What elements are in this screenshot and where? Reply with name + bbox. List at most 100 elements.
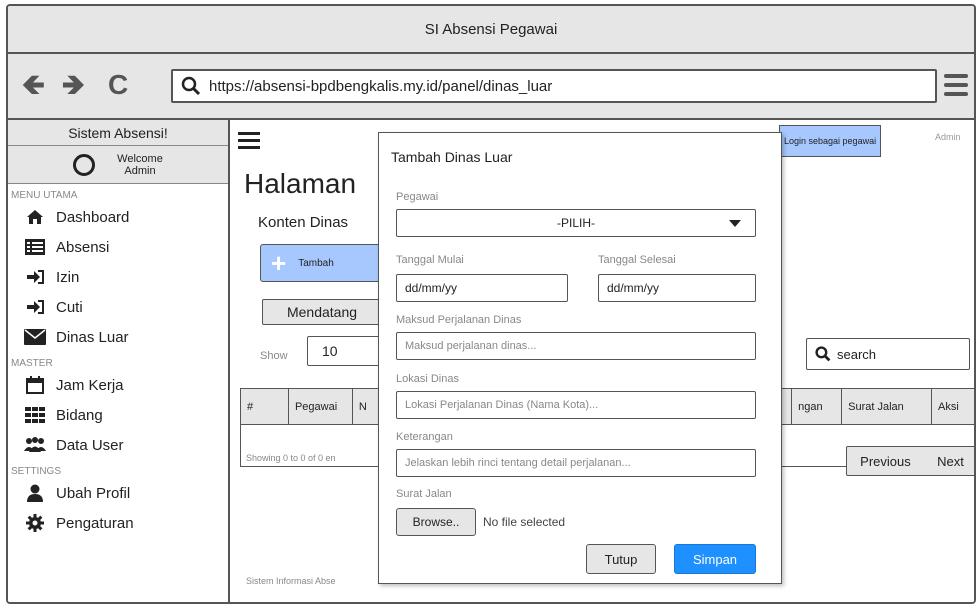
- keterangan-input[interactable]: Jelaskan lebih rinci tentang detail perj…: [396, 449, 756, 477]
- section-master: MASTER: [11, 358, 53, 369]
- search-icon: [181, 76, 201, 96]
- app-window: SI Absensi Pegawai 🡸 🡺 C https://absensi…: [6, 4, 976, 604]
- table-info: Showing 0 to 0 of 0 en: [246, 453, 336, 463]
- window-title: SI Absensi Pegawai: [424, 20, 558, 38]
- tanggal-selesai-input[interactable]: dd/mm/yy: [598, 274, 756, 302]
- chevron-down-icon: [729, 220, 741, 227]
- user-icon: [73, 153, 96, 176]
- table-search-input[interactable]: search: [806, 338, 970, 370]
- modal-title: Tambah Dinas Luar: [391, 149, 513, 165]
- keterangan-label: Keterangan: [396, 431, 453, 443]
- next-button[interactable]: Next: [937, 454, 964, 469]
- tanggal-selesai-value: dd/mm/yy: [607, 281, 660, 295]
- entries-per-page-select[interactable]: 10: [307, 336, 385, 366]
- sidebar-item-absensi[interactable]: Absensi: [8, 232, 228, 262]
- col-header-aksi[interactable]: Aksi: [931, 388, 974, 425]
- tab-mendatang[interactable]: Mendatang: [262, 299, 382, 325]
- sidebar-item-label: Cuti: [56, 298, 83, 316]
- reload-icon[interactable]: C: [108, 70, 128, 100]
- no-file-text: No file selected: [483, 515, 566, 529]
- lokasi-placeholder: Lokasi Perjalanan Dinas (Nama Kota)...: [405, 399, 599, 411]
- sidebar-item-label: Dashboard: [56, 208, 130, 226]
- envelope-icon: [24, 328, 46, 346]
- content-subtitle: Konten Dinas: [258, 214, 349, 231]
- pegawai-label: Pegawai: [396, 191, 439, 203]
- user-icon: [24, 484, 46, 502]
- tanggal-mulai-value: dd/mm/yy: [405, 281, 458, 295]
- maksud-label: Maksud Perjalanan Dinas: [396, 314, 522, 326]
- sidebar-item-izin[interactable]: Izin: [8, 262, 228, 292]
- tanggal-mulai-input[interactable]: dd/mm/yy: [396, 274, 568, 302]
- login-as-employee-button[interactable]: Login sebagai pegawai: [779, 125, 882, 157]
- pegawai-selected-value: -PILIH-: [556, 216, 595, 230]
- menu-toggle-icon[interactable]: [238, 132, 260, 153]
- save-button[interactable]: Simpan: [674, 544, 756, 574]
- address-bar[interactable]: https://absensi-bpdbengkalis.my.id/panel…: [171, 69, 937, 103]
- browser-toolbar: 🡸 🡺 C https://absensi-bpdbengkalis.my.id…: [8, 54, 974, 120]
- lokasi-label: Lokasi Dinas: [396, 373, 459, 385]
- surat-jalan-label: Surat Jalan: [396, 488, 452, 500]
- sign-in-icon: [24, 298, 46, 316]
- footer-text: Sistem Informasi Abse: [246, 576, 336, 586]
- list-icon: [24, 238, 46, 256]
- search-placeholder: search: [837, 346, 877, 362]
- pegawai-select[interactable]: -PILIH-: [396, 209, 756, 237]
- admin-label: Admin: [935, 132, 961, 142]
- back-arrow-icon[interactable]: 🡸: [22, 70, 45, 100]
- sidebar-item-label: Ubah Profil: [56, 484, 131, 502]
- lokasi-input[interactable]: Lokasi Perjalanan Dinas (Nama Kota)...: [396, 391, 756, 419]
- add-dinas-luar-modal: Tambah Dinas Luar Pegawai -PILIH- Tangga…: [378, 132, 782, 584]
- close-button[interactable]: Tutup: [586, 544, 656, 574]
- section-menu-utama: MENU UTAMA: [11, 190, 78, 201]
- sidebar-item-label: Izin: [56, 268, 80, 286]
- sidebar-item-label: Bidang: [56, 406, 103, 424]
- sidebar-item-label: Dinas Luar: [56, 328, 129, 346]
- sidebar-item-label: Absensi: [56, 238, 110, 256]
- tanggal-mulai-label: Tanggal Mulai: [396, 254, 464, 266]
- sidebar-item-data-user[interactable]: Data User: [8, 430, 228, 460]
- col-header-surat-jalan[interactable]: Surat Jalan: [841, 388, 932, 425]
- forward-arrow-icon[interactable]: 🡺: [62, 70, 85, 100]
- browser-menu-icon[interactable]: [944, 74, 968, 101]
- sidebar-item-dinas-luar[interactable]: Dinas Luar: [8, 322, 228, 352]
- plus-icon: +: [271, 248, 287, 278]
- sidebar-item-bidang[interactable]: Bidang: [8, 400, 228, 430]
- col-header-pegawai[interactable]: Pegawai: [287, 388, 353, 425]
- users-icon: [24, 436, 46, 454]
- window-title-bar: SI Absensi Pegawai: [8, 6, 974, 54]
- sidebar-item-label: Pengaturan: [56, 514, 134, 532]
- welcome-label: Welcome: [117, 152, 163, 165]
- tanggal-selesai-label: Tanggal Selesai: [598, 254, 676, 266]
- sidebar-item-ubah-profil[interactable]: Ubah Profil: [8, 478, 228, 508]
- browse-button[interactable]: Browse..: [396, 508, 476, 536]
- calendar-icon: [24, 376, 46, 394]
- pagination: Previous Next: [846, 446, 974, 476]
- welcome-box: Welcome Admin: [8, 146, 228, 184]
- sidebar: Sistem Absensi! Welcome Admin MENU UTAMA…: [8, 120, 230, 602]
- welcome-username: Admin: [124, 164, 156, 177]
- col-header-keterangan[interactable]: ngan: [791, 388, 843, 425]
- sidebar-item-jam-kerja[interactable]: Jam Kerja: [8, 370, 228, 400]
- sidebar-item-pengaturan[interactable]: Pengaturan: [8, 508, 228, 538]
- sidebar-item-label: Data User: [56, 436, 124, 454]
- col-header-number[interactable]: #: [240, 388, 289, 425]
- sidebar-item-dashboard[interactable]: Dashboard: [8, 202, 228, 232]
- url-text: https://absensi-bpdbengkalis.my.id/panel…: [209, 77, 553, 95]
- entries-value: 10: [322, 343, 338, 359]
- gear-icon: [24, 514, 46, 532]
- sidebar-item-label: Jam Kerja: [56, 376, 124, 394]
- show-label: Show: [260, 350, 288, 362]
- add-button-label: Tambah: [298, 257, 334, 269]
- page-title: Halaman: [244, 168, 357, 199]
- keterangan-placeholder: Jelaskan lebih rinci tentang detail perj…: [405, 457, 631, 469]
- previous-button[interactable]: Previous: [860, 454, 911, 469]
- sign-in-icon: [24, 268, 46, 286]
- home-icon: [24, 208, 46, 226]
- maksud-input[interactable]: Maksud perjalanan dinas...: [396, 332, 756, 360]
- sidebar-item-cuti[interactable]: Cuti: [8, 292, 228, 322]
- search-icon: [815, 346, 831, 362]
- grid-icon: [24, 406, 46, 424]
- maksud-placeholder: Maksud perjalanan dinas...: [405, 340, 537, 352]
- section-settings: SETTINGS: [11, 466, 62, 477]
- sidebar-title: Sistem Absensi!: [8, 120, 228, 146]
